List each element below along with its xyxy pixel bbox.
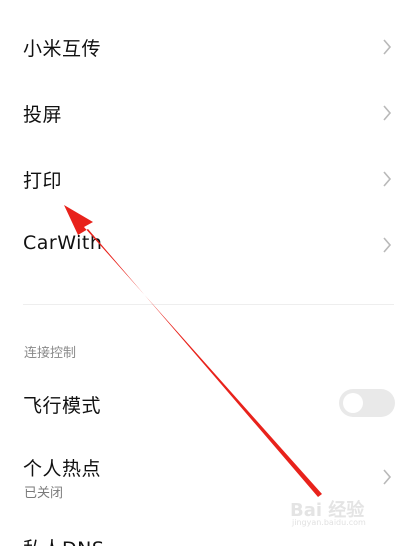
settings-item-label: 打印 [23,170,63,192]
settings-item-label: 个人热点 [23,458,102,480]
chevron-right-icon [383,39,392,55]
section-divider [23,304,394,305]
airplane-mode-toggle[interactable] [339,389,395,417]
settings-item-label: 私人DNS [23,534,104,546]
settings-item-print[interactable]: 打印 [0,152,408,206]
settings-item-label: CarWith [23,232,103,254]
hotspot-status: 已关闭 [24,486,64,501]
section-header: 连接控制 [24,346,77,361]
settings-item-xiaomi-share[interactable]: 小米互传 [0,20,408,74]
settings-item-carwith[interactable]: CarWith [0,218,408,272]
chevron-right-icon [383,469,392,485]
watermark-logo: Bai 经验 jingyan.baidu.com [290,492,400,532]
settings-item-label: 投屏 [23,104,63,126]
settings-item-label: 小米互传 [23,38,102,60]
chevron-right-icon [383,171,392,187]
settings-item-cast-screen[interactable]: 投屏 [0,86,408,140]
chevron-right-icon [383,105,392,121]
watermark-subtext: jingyan.baidu.com [292,518,366,527]
chevron-right-icon [383,237,392,253]
toggle-knob [343,393,363,413]
settings-item-label: 飞行模式 [23,395,102,417]
settings-screen: 小米互传 投屏 打印 CarWith 连接控制 飞行模式 个人热点 已关闭 Ba… [0,0,408,546]
